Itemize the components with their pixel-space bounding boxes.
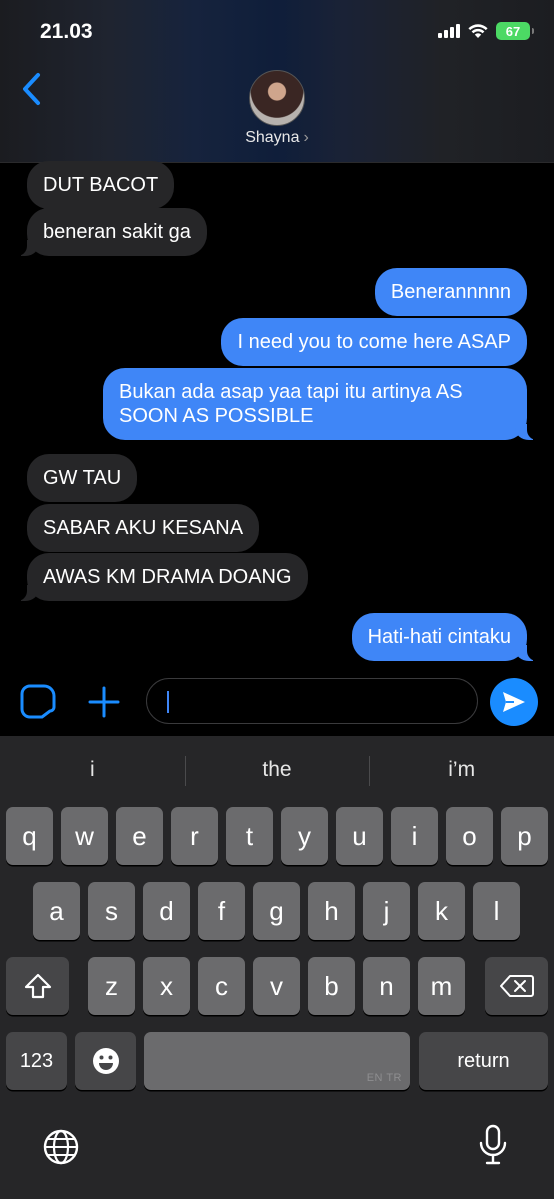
key-h[interactable]: h bbox=[308, 882, 355, 940]
key-o[interactable]: o bbox=[446, 807, 493, 865]
status-icons: 67 bbox=[438, 22, 534, 40]
key-l[interactable]: l bbox=[473, 882, 520, 940]
battery-level: 67 bbox=[505, 23, 521, 39]
key-r[interactable]: r bbox=[171, 807, 218, 865]
contact-name: Shayna bbox=[245, 129, 300, 146]
key-e[interactable]: e bbox=[116, 807, 163, 865]
suggestion-3[interactable]: i’m bbox=[369, 736, 554, 804]
emoji-icon bbox=[92, 1048, 119, 1074]
message-bubble-incoming[interactable]: GW TAU bbox=[27, 454, 138, 502]
message-bubble-incoming[interactable]: AWAS KM DRAMA DOANG bbox=[13, 553, 308, 601]
suggestion-1[interactable]: i bbox=[0, 736, 185, 804]
message-bubble-outgoing[interactable]: Bukan ada asap yaa tapi itu artinya AS S… bbox=[103, 368, 541, 440]
space-bar[interactable]: EN TR bbox=[144, 1032, 410, 1090]
language-hint: EN TR bbox=[366, 1072, 402, 1084]
key-i[interactable]: i bbox=[391, 807, 438, 865]
status-time: 21.03 bbox=[40, 20, 93, 43]
delete-key[interactable] bbox=[485, 957, 548, 1015]
key-s[interactable]: s bbox=[88, 882, 135, 940]
predictive-bar: i the i’m bbox=[0, 736, 554, 804]
key-b[interactable]: b bbox=[308, 957, 355, 1015]
shift-key[interactable] bbox=[6, 957, 69, 1015]
contact-name-button[interactable]: Shayna › bbox=[0, 129, 554, 147]
text-caret bbox=[167, 691, 169, 713]
contact-avatar[interactable] bbox=[249, 70, 305, 126]
key-c[interactable]: c bbox=[198, 957, 245, 1015]
wifi-icon bbox=[468, 23, 488, 38]
backspace-icon bbox=[499, 975, 534, 997]
key-u[interactable]: u bbox=[336, 807, 383, 865]
apps-sticker-icon[interactable] bbox=[20, 683, 60, 719]
return-key[interactable]: return bbox=[419, 1032, 548, 1090]
back-chevron-icon[interactable] bbox=[20, 72, 42, 106]
chat-header: 21.03 67 Shayna › bbox=[0, 0, 554, 163]
key-f[interactable]: f bbox=[198, 882, 245, 940]
key-p[interactable]: p bbox=[501, 807, 548, 865]
message-bubble-incoming[interactable]: DUT BACOT bbox=[27, 161, 175, 209]
signal-icon bbox=[438, 24, 460, 38]
key-j[interactable]: j bbox=[363, 882, 410, 940]
microphone-icon[interactable] bbox=[478, 1124, 508, 1166]
emoji-key[interactable] bbox=[75, 1032, 136, 1090]
message-composer bbox=[0, 668, 554, 736]
numbers-key[interactable]: 123 bbox=[6, 1032, 67, 1090]
key-z[interactable]: z bbox=[88, 957, 135, 1015]
key-k[interactable]: k bbox=[418, 882, 465, 940]
message-bubble-outgoing[interactable]: Hati-hati cintaku bbox=[351, 613, 542, 661]
key-d[interactable]: d bbox=[143, 882, 190, 940]
key-m[interactable]: m bbox=[418, 957, 465, 1015]
message-bubble-outgoing[interactable]: I need you to come here ASAP bbox=[221, 318, 527, 366]
shift-arrow-icon bbox=[24, 973, 51, 999]
send-button[interactable] bbox=[490, 678, 538, 726]
message-input[interactable] bbox=[146, 678, 478, 724]
globe-icon[interactable] bbox=[42, 1128, 80, 1166]
plus-icon[interactable] bbox=[87, 685, 121, 719]
keyboard: i the i’m q w e r t y u i o p a s d f g … bbox=[0, 736, 554, 1199]
key-g[interactable]: g bbox=[253, 882, 300, 940]
key-a[interactable]: a bbox=[33, 882, 80, 940]
message-bubble-outgoing[interactable]: Benerannnnn bbox=[374, 268, 527, 316]
suggestion-2[interactable]: the bbox=[184, 736, 370, 804]
key-t[interactable]: t bbox=[226, 807, 273, 865]
chevron-right-icon: › bbox=[303, 129, 309, 146]
send-arrow-icon bbox=[503, 692, 525, 712]
key-v[interactable]: v bbox=[253, 957, 300, 1015]
battery-icon: 67 bbox=[496, 22, 534, 40]
key-x[interactable]: x bbox=[143, 957, 190, 1015]
key-w[interactable]: w bbox=[61, 807, 108, 865]
key-y[interactable]: y bbox=[281, 807, 328, 865]
key-q[interactable]: q bbox=[6, 807, 53, 865]
message-bubble-incoming[interactable]: SABAR AKU KESANA bbox=[27, 504, 260, 552]
message-bubble-incoming[interactable]: beneran sakit ga bbox=[13, 208, 207, 256]
key-n[interactable]: n bbox=[363, 957, 410, 1015]
